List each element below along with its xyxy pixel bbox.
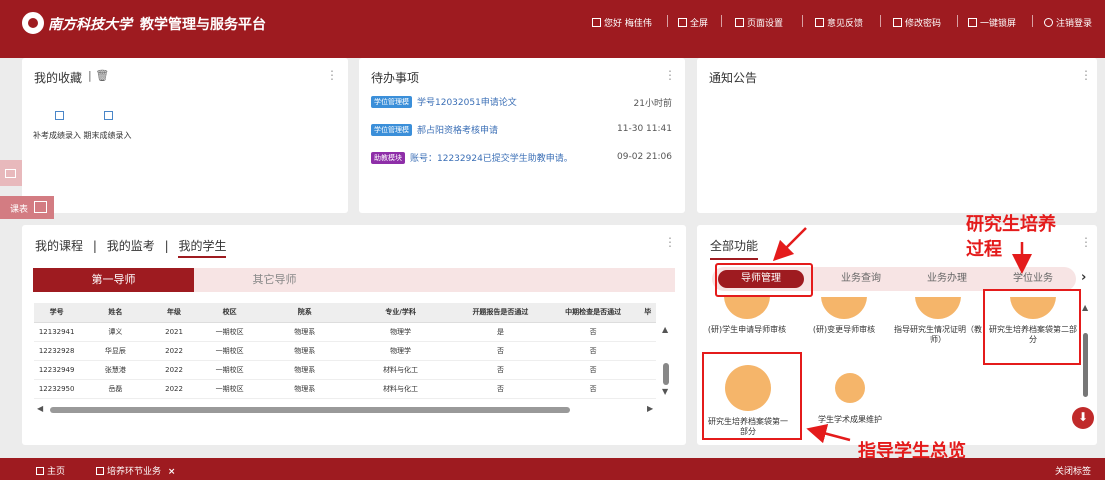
todo-title: 待办事项 <box>371 71 420 85</box>
subtab-other-advisor[interactable]: 其它导师 <box>194 268 355 292</box>
home-settings-icon <box>735 18 744 27</box>
advisor-review-icon <box>724 297 770 319</box>
change-password-button[interactable]: 修改密码 <box>893 16 941 29</box>
function-item[interactable]: 学生学术成果维护 <box>807 365 893 425</box>
university-name: 南方科技大学 <box>48 17 132 33</box>
todo-more-icon[interactable]: ⋮ <box>664 68 676 82</box>
favorites-divider: | 🗑 <box>88 69 110 82</box>
notice-card: 通知公告 ⋮ <box>697 58 1097 213</box>
page-settings-button[interactable]: 页面设置 <box>735 16 783 29</box>
table-row[interactable]: 12132941 谭义 2021 一期校区 物理系 物理学是否 <box>34 322 656 342</box>
table-row[interactable]: 12232949 张慧港 2022 一期校区 物理系 材料与化工否否 <box>34 360 656 380</box>
close-tabs-button[interactable]: 关闭标签 <box>1055 464 1091 477</box>
todo-item[interactable]: 助教模块 账号：12232924已提交学生助教申请。 09-02 21:06 <box>371 151 672 165</box>
key-icon <box>893 18 902 27</box>
book-icon <box>835 373 865 403</box>
cultivation-tab[interactable]: 培养环节业务 × <box>96 464 175 477</box>
advisor-subtab-bar: 第一导师 其它导师 <box>33 268 675 292</box>
makeup-grade-icon[interactable] <box>55 111 64 120</box>
side-schedule-tab[interactable]: 课表 <box>0 196 54 219</box>
final-grade-link[interactable]: 期末成绩录入 <box>84 131 132 140</box>
function-item[interactable]: (研)变更导师审核 <box>800 297 888 335</box>
table-row[interactable]: 12232950 岳磊 2022 一期校区 物理系 材料与化工否否 <box>34 379 656 399</box>
table-vertical-scrollbar[interactable]: ▲ ▼ <box>662 325 670 397</box>
annotation-box-tab <box>715 263 813 297</box>
logout-button[interactable]: 注销登录 <box>1044 16 1092 29</box>
function-item[interactable]: (研)学生申请导师审核 <box>703 297 791 335</box>
close-tab-icon[interactable]: × <box>168 467 176 477</box>
advisor-change-icon <box>821 297 867 319</box>
user-greeting[interactable]: 您好 梅佳伟 <box>592 16 652 29</box>
document-icon <box>96 467 104 475</box>
table-horizontal-scrollbar[interactable]: ◀ ▶ <box>37 404 657 415</box>
side-calendar-tab[interactable] <box>0 160 22 186</box>
power-icon <box>1044 18 1053 27</box>
functions-more-icon[interactable]: ⋮ <box>1080 235 1092 249</box>
makeup-grade-link[interactable]: 补考成绩录入 <box>33 131 81 140</box>
functions-title: 全部功能 <box>710 237 759 260</box>
tab-degree-business[interactable]: 学位业务 <box>998 270 1068 288</box>
bottom-tab-bar: 主页 培养环节业务 × 关闭标签 <box>0 458 1105 480</box>
lock-screen-button[interactable]: 一键锁屏 <box>968 16 1016 29</box>
favorites-card: 我的收藏 | 🗑 ⋮ 补考成绩录入 期末成绩录入 <box>22 58 348 213</box>
grid-icon <box>36 467 44 475</box>
subtab-primary-advisor[interactable]: 第一导师 <box>33 268 194 292</box>
download-icon[interactable]: ⬇ <box>1072 407 1094 429</box>
tab-business-handling[interactable]: 业务办理 <box>912 270 982 288</box>
user-icon <box>592 18 601 27</box>
table-header: 学号 姓名 年级 校区 院系 专业/学科 开题报告是否通过 中期检查是否通过 毕 <box>34 303 656 323</box>
schedule-icon <box>34 201 47 213</box>
top-bar: 南方科技大学 教学管理与服务平台 您好 梅佳伟 全屏 页面设置 意见反馈 修改密… <box>0 0 1105 58</box>
fullscreen-icon <box>678 18 687 27</box>
home-tab[interactable]: 主页 <box>36 464 65 477</box>
fullscreen-button[interactable]: 全屏 <box>678 16 708 29</box>
tab-my-students[interactable]: 我的学生 <box>178 239 227 258</box>
students-more-icon[interactable]: ⋮ <box>664 235 676 249</box>
tab-my-courses[interactable]: 我的课程 <box>35 239 83 253</box>
notice-title: 通知公告 <box>709 71 758 85</box>
annotation-text-process: 过程 <box>966 239 1002 260</box>
calendar-icon <box>5 169 16 178</box>
table-row[interactable]: 12232928 华显辰 2022 一期校区 物理系 物理学否否 <box>34 341 656 361</box>
function-item[interactable]: 指导研究生情况证明（教师） <box>889 297 987 345</box>
todo-item[interactable]: 学位管理模 学号12032051申请论文 21小时前 <box>371 95 672 109</box>
annotation-text-cultivation: 研究生培养 <box>966 214 1056 235</box>
notice-more-icon[interactable]: ⋮ <box>1080 68 1092 82</box>
todo-card: 待办事项 ⋮ 学位管理模 学号12032051申请论文 21小时前 学位管理模 郝占… <box>359 58 685 213</box>
tab-my-proctoring[interactable]: 我的监考 <box>107 239 155 253</box>
favorites-title: 我的收藏 <box>34 71 83 85</box>
certificate-icon <box>915 297 961 319</box>
functions-scrollbar[interactable]: ▲ <box>1082 297 1090 407</box>
final-grade-icon[interactable] <box>104 111 113 120</box>
annotation-box-part1 <box>702 352 802 440</box>
system-title: 教学管理与服务平台 <box>140 17 266 33</box>
university-logo-icon <box>22 12 44 34</box>
chevron-right-icon[interactable]: › <box>1081 270 1086 285</box>
tab-business-query[interactable]: 业务查询 <box>826 270 896 288</box>
annotation-box-part2 <box>983 289 1081 365</box>
students-table: 学号 姓名 年级 校区 院系 专业/学科 开题报告是否通过 中期检查是否通过 毕… <box>34 303 656 399</box>
feedback-button[interactable]: 意见反馈 <box>815 16 863 29</box>
favorites-more-icon[interactable]: ⋮ <box>326 68 338 82</box>
lock-icon <box>968 18 977 27</box>
todo-item[interactable]: 学位管理模 郝占阳资格考核申请 11-30 11:41 <box>371 123 672 137</box>
feedback-icon <box>815 18 824 27</box>
